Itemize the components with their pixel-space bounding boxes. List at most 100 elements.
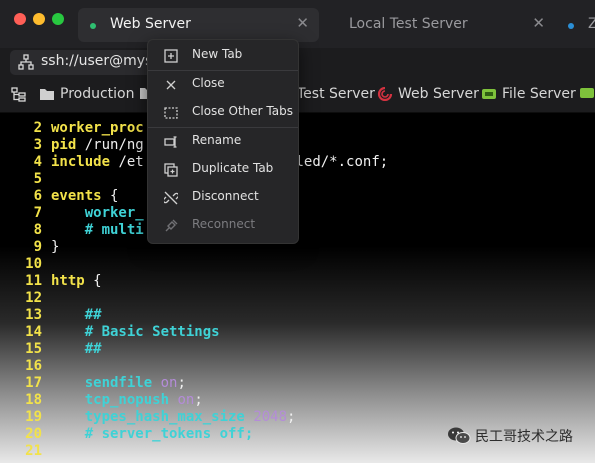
code-token: ## bbox=[84, 307, 102, 323]
tab-overflow[interactable]: Z bbox=[556, 8, 595, 42]
code-text: pid /run/ng bbox=[51, 137, 144, 153]
menu-item-new-tab[interactable]: New Tab bbox=[148, 43, 298, 69]
menu-item-reconnect: Reconnect bbox=[148, 213, 298, 239]
code-token: # multi bbox=[84, 222, 144, 238]
menu-item-label: Disconnect bbox=[192, 189, 259, 203]
duplicate-icon bbox=[164, 163, 178, 177]
bookmark-web-server[interactable]: Web Server bbox=[377, 86, 479, 102]
line-number: 19 bbox=[25, 409, 42, 425]
menu-separator bbox=[148, 127, 298, 128]
close-icon bbox=[166, 80, 176, 90]
code-token: worker_proc bbox=[51, 120, 144, 136]
bookmark-test-server[interactable]: Test Server bbox=[297, 86, 375, 102]
code-token: 2048 bbox=[253, 409, 288, 425]
tab-context-menu: New Tab Close Close Other Tabs Rename Du… bbox=[147, 39, 299, 244]
minimize-window-button[interactable] bbox=[33, 13, 45, 25]
bookmark-overflow[interactable] bbox=[579, 86, 595, 100]
code-token: ; bbox=[194, 392, 203, 408]
menu-item-rename[interactable]: Rename bbox=[148, 129, 298, 155]
code-token: /et bbox=[110, 154, 144, 170]
disconnect-icon bbox=[164, 191, 178, 205]
line-number: 21 bbox=[25, 443, 42, 459]
code-text: } bbox=[51, 239, 59, 255]
code-token: ## bbox=[84, 341, 102, 357]
menu-separator bbox=[148, 70, 298, 71]
code-text: worker_ bbox=[51, 205, 144, 221]
zoom-window-button[interactable] bbox=[52, 13, 64, 25]
code-token: on bbox=[177, 392, 195, 408]
code-token: sendfile bbox=[84, 375, 153, 391]
line-number: 16 bbox=[25, 358, 42, 374]
code-token: tcp_nopush bbox=[84, 392, 170, 408]
code-text: worker_proc bbox=[51, 120, 144, 136]
terminal-line: 10 bbox=[0, 256, 595, 273]
line-number: 17 bbox=[25, 375, 42, 391]
bookmark-label: Web Server bbox=[398, 86, 479, 102]
server-icon bbox=[482, 89, 496, 99]
line-number: 13 bbox=[25, 307, 42, 323]
menu-item-disconnect[interactable]: Disconnect bbox=[148, 185, 298, 211]
close-tab-icon[interactable]: ✕ bbox=[532, 14, 545, 32]
code-text: events { bbox=[51, 188, 118, 204]
close-tab-icon[interactable]: ✕ bbox=[296, 14, 309, 32]
tab-local-test-server[interactable]: Local Test Server ✕ bbox=[327, 8, 553, 42]
bookmark-production[interactable]: Production bbox=[39, 86, 134, 102]
connection-status-dot bbox=[90, 23, 96, 29]
code-token: ; bbox=[287, 409, 296, 425]
close-window-button[interactable] bbox=[14, 13, 26, 25]
terminal-line: 19 types_hash_max_size 2048; bbox=[0, 409, 595, 426]
bookmark-label: File Server bbox=[502, 86, 576, 102]
code-token: { bbox=[101, 188, 119, 204]
tab-title: Local Test Server bbox=[349, 16, 468, 32]
tab-title: Web Server bbox=[110, 16, 191, 32]
code-token: include bbox=[51, 154, 111, 170]
line-number: 20 bbox=[25, 426, 42, 442]
terminal-line: 16 bbox=[0, 358, 595, 375]
watermark-text: 民工哥技术之路 bbox=[475, 429, 573, 445]
menu-item-close[interactable]: Close bbox=[148, 72, 298, 98]
terminal-line: 14 # Basic Settings bbox=[0, 324, 595, 341]
code-text: ## bbox=[51, 341, 102, 357]
connection-status-dot bbox=[568, 23, 574, 29]
line-number: 18 bbox=[25, 392, 42, 408]
line-number: 14 bbox=[25, 324, 42, 340]
code-token: { bbox=[84, 273, 102, 289]
terminal-line: 17 sendfile on; bbox=[0, 375, 595, 392]
line-number: 6 bbox=[33, 188, 42, 204]
rename-icon bbox=[164, 136, 177, 148]
menu-item-close-other-tabs[interactable]: Close Other Tabs bbox=[148, 100, 298, 126]
terminal-line: 15 ## bbox=[0, 341, 595, 358]
code-text: http { bbox=[51, 273, 102, 289]
tab-web-server[interactable]: Web Server ✕ bbox=[78, 8, 319, 42]
menu-item-label: Reconnect bbox=[192, 217, 256, 231]
watermark: 民工哥技术之路 bbox=[447, 426, 573, 446]
menu-item-label: Duplicate Tab bbox=[192, 161, 274, 175]
menu-item-label: Close bbox=[192, 76, 225, 90]
code-token: events bbox=[51, 188, 102, 204]
bookmark-label: Production bbox=[60, 86, 135, 102]
menu-item-label: Rename bbox=[192, 133, 242, 147]
code-token: /run/ng bbox=[76, 137, 144, 153]
code-token: } bbox=[51, 239, 60, 255]
network-icon bbox=[18, 54, 34, 70]
debian-icon bbox=[377, 87, 393, 101]
bookmark-file-server[interactable]: File Server bbox=[481, 86, 576, 102]
line-number: 3 bbox=[33, 137, 42, 153]
code-token: ; bbox=[177, 375, 186, 391]
folder-icon bbox=[40, 89, 54, 100]
menu-item-duplicate-tab[interactable]: Duplicate Tab bbox=[148, 157, 298, 183]
terminal-line: 13 ## bbox=[0, 307, 595, 324]
tab-title: Z bbox=[588, 16, 595, 32]
code-text: # server_tokens off; bbox=[51, 426, 254, 442]
sitemap-icon[interactable] bbox=[11, 87, 27, 103]
new-tab-icon bbox=[164, 49, 178, 63]
wechat-icon bbox=[448, 427, 471, 444]
line-number: 11 bbox=[25, 273, 42, 289]
